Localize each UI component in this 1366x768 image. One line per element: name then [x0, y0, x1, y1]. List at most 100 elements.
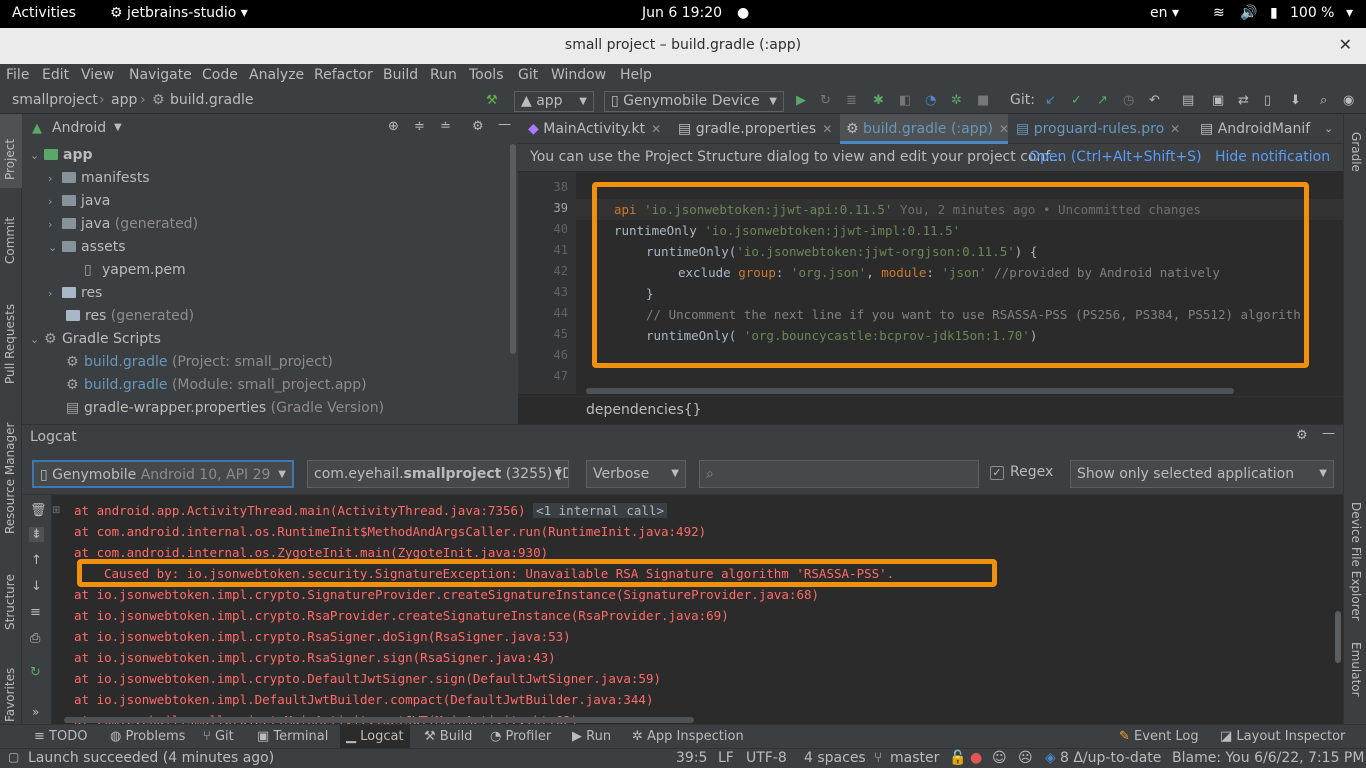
down-icon[interactable]: ↓ — [31, 579, 42, 594]
log-line-caused-by[interactable]: Caused by: io.jsonwebtoken.security.Sign… — [104, 566, 894, 581]
code-line-42[interactable]: exclude group: 'org.json', module: 'json… — [678, 265, 1220, 280]
status-message[interactable]: Launch succeeded (4 minutes ago) — [28, 750, 274, 766]
menu-window[interactable]: Window — [551, 67, 606, 83]
search-icon[interactable]: ⌕ — [1320, 93, 1327, 108]
attach-debugger-icon[interactable]: ◧ — [899, 93, 911, 108]
tree-item-build-gradle-project[interactable]: ⚙ build.gradle (Project: small_project) — [66, 351, 333, 374]
code-line-43[interactable]: } — [646, 286, 654, 301]
system-menu-chevron-icon[interactable]: ▾ — [1346, 5, 1353, 21]
inspection-icon[interactable]: ☺ — [992, 750, 1007, 766]
apply-changes-icon[interactable]: ≣ — [846, 93, 857, 108]
hide-panel-icon[interactable]: — — [1322, 426, 1335, 441]
print-icon[interactable]: ⎙ — [30, 631, 40, 646]
indent-setting[interactable]: 4 spaces — [804, 750, 866, 766]
app-menu[interactable]: ⚙ jetbrains-studio ▾ — [110, 5, 248, 21]
clear-logcat-icon[interactable]: 🗑 — [30, 503, 47, 518]
bottom-tab-terminal[interactable]: ▣ Terminal — [257, 729, 328, 744]
close-icon[interactable]: ✕ — [651, 122, 661, 136]
tool-tab-gradle[interactable]: Gradle — [1349, 132, 1363, 172]
lock-icon[interactable]: 🔓 — [949, 750, 966, 766]
tree-item-java[interactable]: › java — [48, 190, 110, 213]
git-push-icon[interactable]: ↗ — [1097, 93, 1108, 108]
close-icon[interactable]: ✕ — [1339, 35, 1352, 54]
tab-build-gradle-app[interactable]: ⚙ build.gradle (:app) ✕ — [840, 114, 1009, 144]
gear-icon[interactable]: ⚙ — [1296, 428, 1308, 443]
internal-call-fold[interactable]: <1 internal call> — [533, 503, 668, 518]
file-encoding[interactable]: UTF-8 — [746, 750, 787, 766]
menu-analyze[interactable]: Analyze — [249, 67, 304, 83]
close-icon[interactable]: ✕ — [999, 122, 1009, 136]
tool-tab-resource-manager[interactable]: Resource Manager — [3, 423, 17, 534]
menu-run[interactable]: Run — [430, 67, 457, 83]
code-line-45[interactable]: runtimeOnly( 'org.bouncycastle:bcprov-jd… — [646, 328, 1037, 343]
tree-item-assets[interactable]: ⌄ assets — [48, 236, 126, 259]
git-blame[interactable]: Blame: You 6/6/22, 7:15 PM — [1172, 750, 1364, 766]
project-structure-icon[interactable]: ▤ — [1182, 93, 1194, 108]
search-input[interactable]: ⌕ — [699, 460, 979, 488]
code-line-40[interactable]: runtimeOnly 'io.jsonwebtoken:jjwt-impl:0… — [614, 223, 960, 238]
sync-gradle-icon[interactable]: ⇄ — [1238, 93, 1249, 108]
git-updates[interactable]: 8 Δ/up-to-date — [1060, 750, 1161, 766]
more-icon[interactable]: » — [32, 705, 39, 719]
restart-icon[interactable]: ↻ — [30, 665, 41, 680]
tabs-overflow-chevron-icon[interactable]: ⌄ — [1324, 114, 1333, 144]
tree-item-gradle-wrapper[interactable]: ▤ gradle-wrapper.properties (Gradle Versi… — [66, 397, 384, 420]
feedback-icon[interactable]: ☹ — [1018, 750, 1033, 766]
tree-item-java-generated[interactable]: › java (generated) — [48, 213, 198, 236]
menu-build[interactable]: Build — [383, 67, 418, 83]
git-branch[interactable]: master — [890, 750, 939, 766]
tree-item-res[interactable]: › res — [48, 282, 102, 305]
menu-help[interactable]: Help — [620, 67, 652, 83]
stop-icon[interactable]: ■ — [977, 93, 989, 108]
tool-tab-pull-requests[interactable]: Pull Requests — [3, 304, 17, 384]
breadcrumb-module[interactable]: app — [111, 92, 137, 108]
project-scrollbar[interactable] — [510, 144, 516, 354]
tree-item-yapem[interactable]: ▯ yapem.pem — [84, 259, 186, 282]
git-rollback-icon[interactable]: ↶ — [1149, 93, 1160, 108]
bottom-tab-app-inspection[interactable]: ✲ App Inspection — [632, 729, 744, 744]
regex-checkbox[interactable]: ✓ — [990, 466, 1004, 480]
code-line-39[interactable]: api 'io.jsonwebtoken:jjwt-api:0.11.5' Yo… — [614, 202, 1201, 217]
tree-item-gradle-scripts[interactable]: ⌄ ⚙ Gradle Scripts — [30, 328, 161, 351]
bottom-tab-git[interactable]: ⑂ Git — [203, 729, 234, 744]
locate-file-icon[interactable]: ⊕ — [388, 119, 399, 134]
log-line[interactable]: at io.jsonwebtoken.impl.crypto.RsaSigner… — [74, 629, 571, 644]
tree-item-manifests[interactable]: › manifests — [48, 167, 150, 190]
layout-icon[interactable]: ▣ — [1212, 93, 1224, 108]
tool-tab-project[interactable]: Project — [3, 139, 17, 180]
tree-item-build-gradle-module[interactable]: ⚙ build.gradle (Module: small_project.app… — [66, 374, 367, 397]
tool-tab-emulator[interactable]: Emulator — [1349, 642, 1363, 697]
caret-position[interactable]: 39:5 — [676, 750, 707, 766]
bottom-tab-layout-inspector[interactable]: ◪ Layout Inspector — [1220, 729, 1345, 744]
make-project-hammer-icon[interactable]: ⚒ — [486, 93, 498, 108]
tool-tab-structure[interactable]: Structure — [3, 574, 17, 630]
code-line-41[interactable]: runtimeOnly('io.jsonwebtoken:jjwt-orgjso… — [646, 244, 1037, 259]
rerun-icon[interactable]: ↻ — [820, 93, 831, 108]
fold-icon[interactable]: ⊞ — [52, 505, 60, 516]
menu-navigate[interactable]: Navigate — [129, 67, 192, 83]
menu-file[interactable]: File — [6, 67, 29, 83]
log-line[interactable]: at com.android.internal.os.ZygoteInit.ma… — [74, 545, 548, 560]
bottom-tab-todo[interactable]: ≡ TODO — [34, 729, 87, 744]
profile-icon[interactable]: ◔ — [925, 93, 936, 108]
close-icon[interactable]: ✕ — [822, 122, 832, 136]
language-indicator[interactable]: en ▾ — [1150, 5, 1179, 21]
error-icon[interactable]: ● — [970, 750, 982, 766]
debug-icon[interactable]: ✱ — [873, 93, 884, 108]
log-line[interactable]: at io.jsonwebtoken.impl.crypto.DefaultJw… — [74, 671, 661, 686]
log-line[interactable]: at io.jsonwebtoken.impl.crypto.RsaProvid… — [74, 608, 729, 623]
log-line[interactable]: at io.jsonwebtoken.impl.crypto.Signature… — [74, 587, 819, 602]
log-line[interactable]: at io.jsonwebtoken.impl.crypto.RsaSigner… — [74, 650, 556, 665]
bottom-tab-logcat[interactable]: ▁ Logcat — [340, 725, 410, 749]
avd-manager-icon[interactable]: ▯ — [1264, 93, 1271, 108]
tool-tab-device-file-explorer[interactable]: Device File Explorer — [1349, 502, 1363, 621]
tab-mainactivity[interactable]: ◆ MainActivity.kt ✕ — [528, 114, 670, 144]
project-view-select[interactable]: Android — [52, 120, 106, 136]
device-select[interactable]: ▯ Genymobile Android 10, API 29 ▼ — [32, 460, 294, 488]
log-level-select[interactable]: Verbose ▼ — [586, 460, 686, 488]
log-line[interactable]: at io.jsonwebtoken.impl.DefaultJwtBuilde… — [74, 692, 653, 707]
hide-notification-link[interactable]: Hide notification — [1215, 149, 1330, 165]
menu-edit[interactable]: Edit — [42, 67, 69, 83]
menu-code[interactable]: Code — [202, 67, 238, 83]
bottom-tab-build[interactable]: ⚒ Build — [424, 729, 472, 744]
